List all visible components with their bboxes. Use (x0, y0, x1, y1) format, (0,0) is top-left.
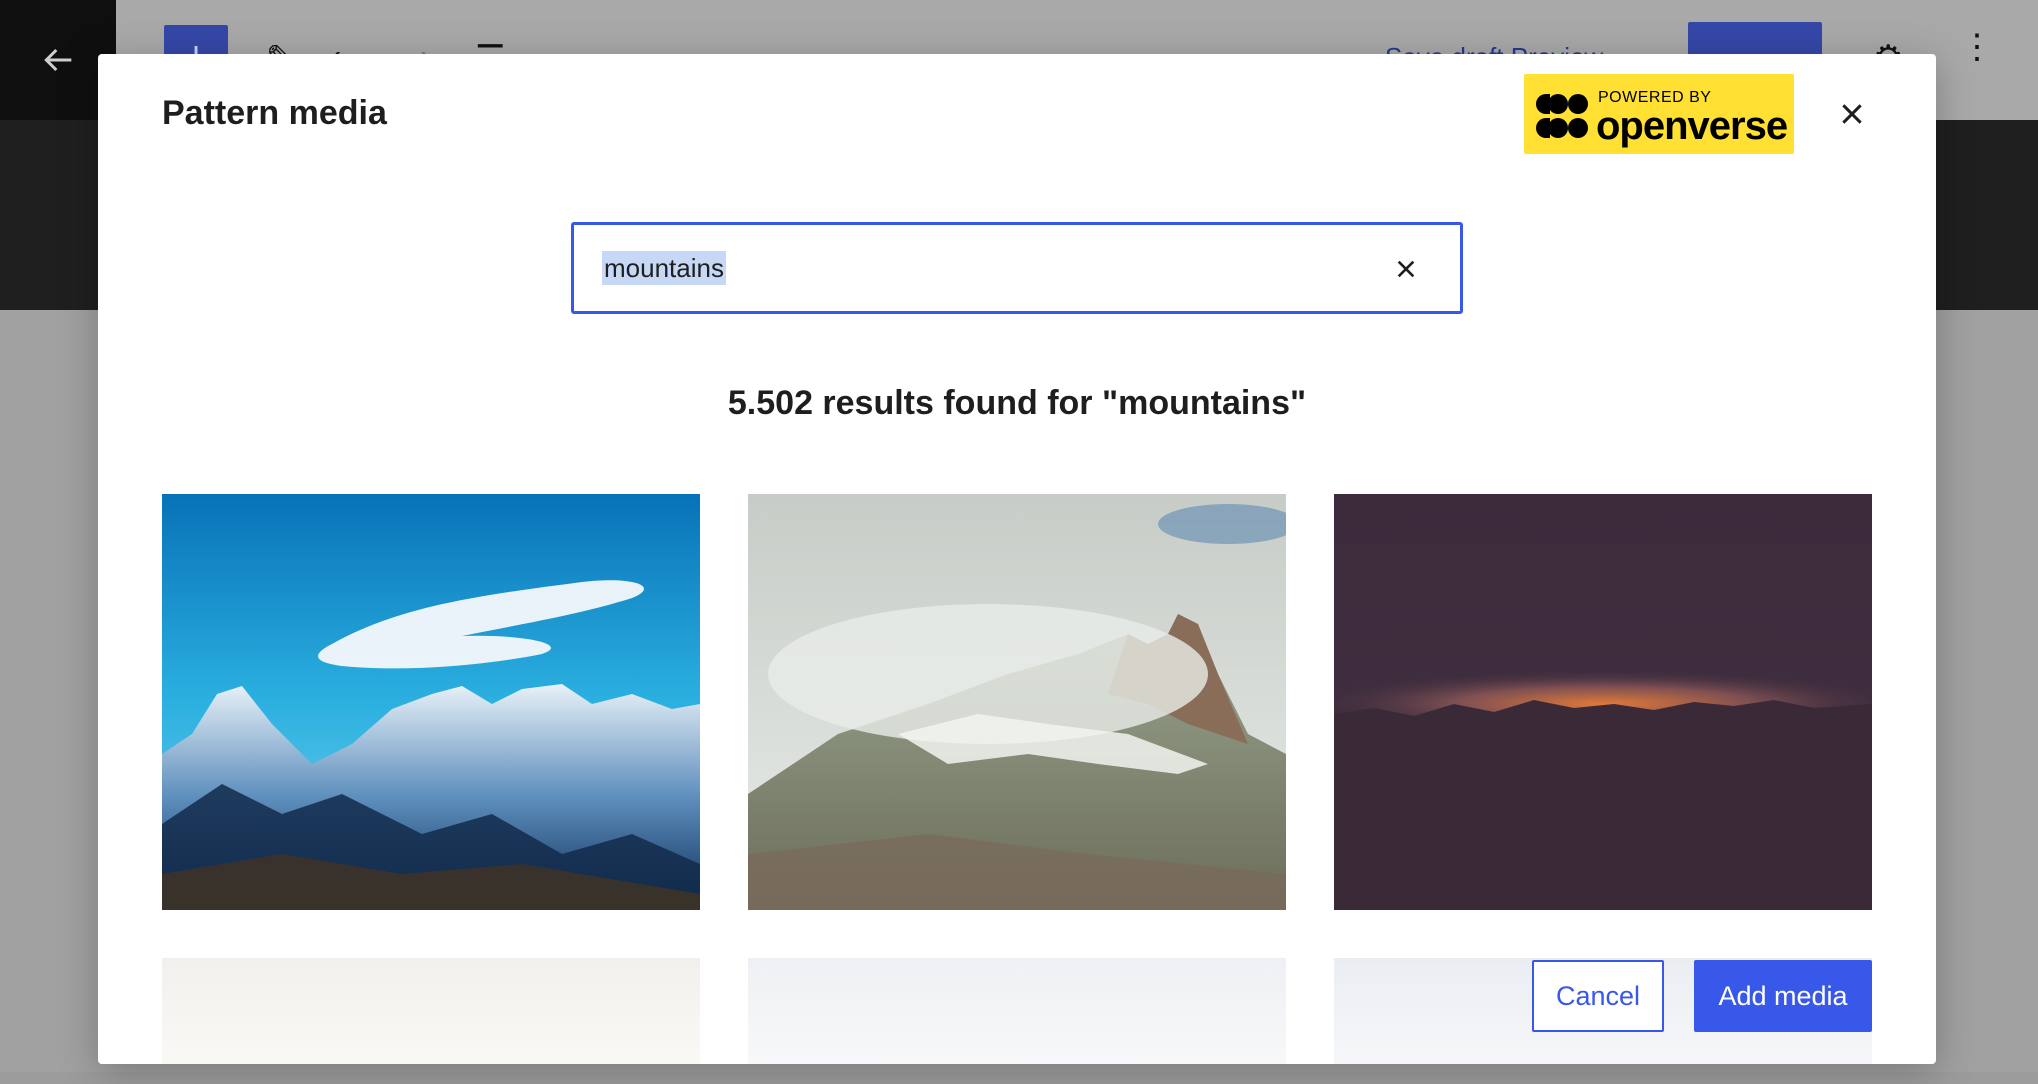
mountain-image (1334, 494, 1872, 910)
search-input[interactable]: mountains (571, 222, 1463, 314)
search-input-value[interactable]: mountains (602, 251, 726, 285)
close-icon (1842, 104, 1862, 124)
media-result-item[interactable] (748, 958, 1286, 1064)
media-result-item[interactable] (1334, 494, 1872, 910)
close-icon (1397, 260, 1415, 278)
media-result-item[interactable] (748, 494, 1286, 910)
media-result-item[interactable] (162, 494, 700, 910)
search-clear-button[interactable] (1386, 249, 1426, 289)
arrow-left-icon (44, 48, 72, 72)
cancel-button[interactable]: Cancel (1532, 960, 1664, 1032)
add-media-button[interactable]: Add media (1694, 960, 1872, 1032)
more-options-icon[interactable]: ⋮ (1960, 30, 1994, 64)
openverse-logo-icon (1536, 92, 1592, 142)
mountain-image (748, 494, 1286, 910)
results-count: 5.502 results found for "mountains" (727, 384, 1307, 422)
openverse-badge[interactable]: POWERED BY openverse (1524, 74, 1794, 154)
openverse-wordmark: openverse (1596, 104, 1788, 148)
mountain-image (162, 494, 700, 910)
pattern-media-modal: Pattern media POWERED BY openverse mount… (98, 54, 1936, 1064)
modal-title: Pattern media (162, 94, 387, 132)
page-bottom-edge (0, 1072, 2038, 1084)
modal-close-button[interactable] (1832, 94, 1872, 134)
media-result-item[interactable] (162, 958, 700, 1064)
